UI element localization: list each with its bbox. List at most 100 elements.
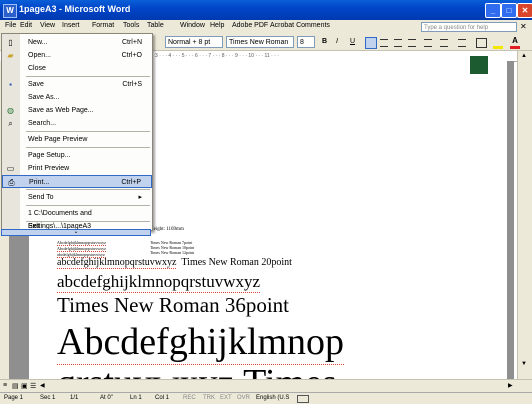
menu-format[interactable]: Format xyxy=(92,22,114,29)
scroll-up-icon[interactable]: ▲ xyxy=(521,53,527,59)
scroll-right-icon[interactable]: ▶ xyxy=(508,382,513,389)
status-trk[interactable]: TRK xyxy=(203,393,215,404)
status-section: Sec 1 xyxy=(40,395,56,401)
menu-item-recent-file[interactable]: 1 C:\Documents and Settings\...\1pageA3 xyxy=(2,207,152,230)
menu-item-save-as-label: Save As... xyxy=(28,94,60,101)
line-20pt: abcdefghijklmnopqrstuvwxyz Times New Rom… xyxy=(57,257,292,269)
menu-item-print-preview-label: Print Preview xyxy=(28,165,70,172)
menu-item-print[interactable]: ⎙ Print... Ctrl+P xyxy=(2,175,152,188)
align-right-icon[interactable] xyxy=(394,39,402,47)
bullets-icon[interactable] xyxy=(440,39,448,47)
print-layout-icon[interactable]: ▣ xyxy=(21,382,28,390)
line-60pt-continued: qrstuvwxyz Times xyxy=(57,364,377,379)
status-page-count: 1/1 xyxy=(70,395,79,401)
menu-separator xyxy=(26,76,150,77)
header-image xyxy=(470,56,488,74)
menu-help[interactable]: Help xyxy=(210,22,224,29)
text-20pt: abcdefghijklmnopqrstuvwxyz xyxy=(57,257,177,269)
menu-acrobat-comments[interactable]: Acrobat Comments xyxy=(270,22,330,29)
status-bar: Page 1 Sec 1 1/1 At 0" Ln 1 Col 1 REC TR… xyxy=(0,392,532,404)
menu-item-open[interactable]: ▰ Open... Ctrl+O xyxy=(2,49,152,62)
italic-button[interactable]: I xyxy=(336,36,338,48)
align-left-icon[interactable] xyxy=(365,37,377,49)
bold-button[interactable]: B xyxy=(322,36,327,48)
menu-item-search[interactable]: ⌕ Search... xyxy=(2,117,152,130)
text-60pt-continued: qrstuvwxyz Times xyxy=(57,364,337,379)
font-color-icon[interactable]: A xyxy=(510,36,520,49)
status-column: Col 1 xyxy=(155,395,170,401)
minimize-button[interactable]: _ xyxy=(485,3,501,18)
spelling-status-icon[interactable] xyxy=(297,395,309,403)
menu-expand-button[interactable]: ⌄ xyxy=(1,229,151,236)
vertical-scrollbar[interactable]: ▲ ▼ xyxy=(517,51,532,379)
menu-item-web-preview[interactable]: Web Page Preview xyxy=(2,133,152,146)
highlight-icon[interactable] xyxy=(493,36,503,49)
print-preview-icon: ▭ xyxy=(6,164,15,173)
justify-icon[interactable] xyxy=(408,39,416,47)
menu-item-page-setup-label: Page Setup... xyxy=(28,152,71,159)
menu-item-new-shortcut: Ctrl+N xyxy=(121,39,142,46)
indent-icon[interactable] xyxy=(458,39,466,47)
menu-item-page-setup[interactable]: Page Setup... xyxy=(2,149,152,162)
height-note: Height: 1169mm xyxy=(150,227,184,232)
menu-item-send-to[interactable]: Send To ▸ xyxy=(2,191,152,204)
menu-item-send-to-label: Send To xyxy=(28,194,54,201)
outline-view-icon[interactable]: ☰ xyxy=(30,382,36,390)
menu-item-save-shortcut: Ctrl+S xyxy=(122,81,142,88)
font-size-dropdown[interactable]: 8 xyxy=(297,36,315,48)
help-search-input[interactable]: Type a question for help xyxy=(421,22,517,32)
underline-button[interactable]: U xyxy=(350,36,355,48)
print-icon: ⎙ xyxy=(8,178,15,187)
web-layout-icon[interactable]: ▤ xyxy=(12,382,19,390)
maximize-button[interactable]: □ xyxy=(501,3,517,18)
menu-item-new-label: New... xyxy=(28,39,48,46)
border-icon[interactable] xyxy=(476,38,487,48)
close-document-icon[interactable]: ✕ xyxy=(520,22,527,31)
horizontal-scrollbar[interactable]: ≡ ▤ ▣ ☰ ◀ ▶ xyxy=(0,379,532,393)
status-language: English (U.S xyxy=(256,395,290,401)
menu-item-new[interactable]: ▯ New... Ctrl+N xyxy=(2,36,152,49)
menu-table[interactable]: Table xyxy=(147,22,164,29)
open-folder-icon: ▰ xyxy=(7,51,14,60)
menu-window[interactable]: Window xyxy=(180,22,205,29)
style-dropdown[interactable]: Normal + 8 pt xyxy=(165,36,223,48)
menu-item-print-label: Print... xyxy=(29,179,50,186)
menu-tools[interactable]: Tools xyxy=(123,22,139,29)
align-center-icon[interactable] xyxy=(380,39,388,47)
menu-item-save-label: Save xyxy=(28,81,44,88)
menu-item-search-label: Search... xyxy=(28,120,57,127)
menu-item-open-shortcut: Ctrl+O xyxy=(121,52,142,59)
numbering-icon[interactable] xyxy=(424,39,432,47)
line-28pt: abcdefghijklmnopqrstuvwxyz xyxy=(57,272,261,293)
menu-item-save-as[interactable]: Save As... xyxy=(2,91,152,104)
web-page-icon: ◍ xyxy=(7,106,14,115)
font-dropdown[interactable]: Times New Roman xyxy=(226,36,294,48)
title-bar: W 1pageA3 - Microsoft Word _ □ ✕ xyxy=(0,0,532,20)
menu-item-print-preview[interactable]: ▭ Print Preview xyxy=(2,162,152,175)
status-rec[interactable]: REC xyxy=(183,393,196,404)
status-ext[interactable]: EXT xyxy=(220,393,232,404)
line-36pt: Times New Roman 36point xyxy=(57,293,289,317)
menu-adobe-pdf[interactable]: Adobe PDF xyxy=(232,22,268,29)
new-document-icon: ▯ xyxy=(8,38,13,47)
menu-edit[interactable]: Edit xyxy=(20,22,32,29)
normal-view-icon[interactable]: ≡ xyxy=(3,382,7,389)
menu-view[interactable]: View xyxy=(40,22,55,29)
status-page: Page 1 xyxy=(4,395,24,401)
menu-item-save-web[interactable]: ◍ Save as Web Page... xyxy=(2,104,152,117)
close-button[interactable]: ✕ xyxy=(517,3,532,18)
menu-item-open-label: Open... xyxy=(28,52,51,59)
menu-separator xyxy=(26,147,150,148)
menu-item-close[interactable]: Close xyxy=(2,62,152,75)
small-text-block: Abcdefghijklmnopqrstuvwxyz Abcdefghijklm… xyxy=(57,240,106,258)
menu-item-save[interactable]: ▪ Save Ctrl+S xyxy=(2,78,152,91)
menu-insert[interactable]: Insert xyxy=(62,22,80,29)
save-icon: ▪ xyxy=(9,80,12,89)
line-60pt: Abcdefghijklmnop xyxy=(57,321,345,365)
status-ovr[interactable]: OVR xyxy=(237,393,250,404)
scroll-down-icon[interactable]: ▼ xyxy=(521,361,527,367)
menu-separator xyxy=(26,189,150,190)
scroll-left-icon[interactable]: ◀ xyxy=(40,382,45,389)
label-20pt: Times New Roman 20point xyxy=(181,257,292,268)
menu-file[interactable]: File xyxy=(5,22,16,29)
